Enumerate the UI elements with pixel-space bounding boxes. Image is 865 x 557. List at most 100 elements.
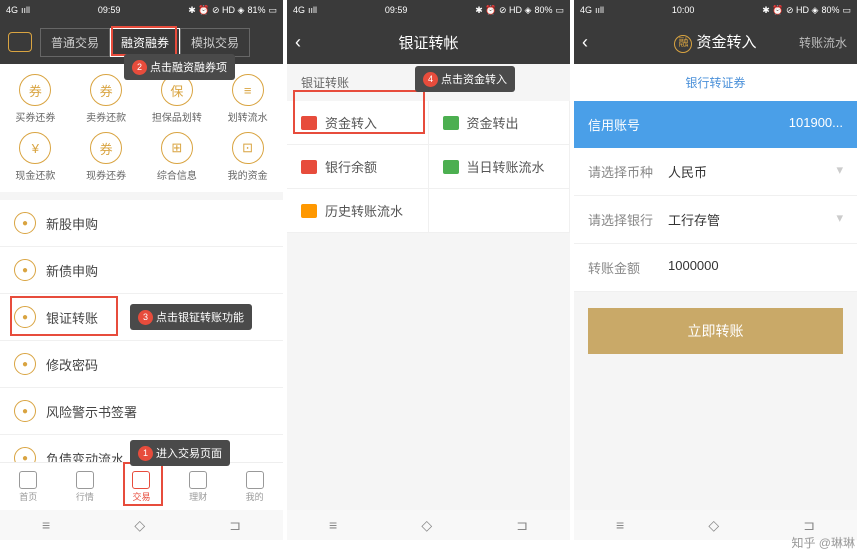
watermark: 知乎 @琳琳 (791, 534, 855, 551)
feature-label: 担保品划转 (152, 109, 202, 124)
tab-normal[interactable]: 普通交易 (40, 28, 110, 57)
transfer-item[interactable]: 银行余额 (287, 145, 429, 189)
header: ‹ 银证转帐 (287, 20, 570, 64)
nav-icon (19, 471, 37, 489)
item-label: 历史转账流水 (325, 201, 403, 220)
field-value: 人民币 (668, 162, 836, 181)
item-icon (443, 116, 459, 130)
nav-icon (246, 471, 264, 489)
feature-icon: ⊞ (161, 132, 193, 164)
feature-icon: 券 (19, 74, 51, 106)
grid-item[interactable]: ⊡ 我的资金 (212, 128, 283, 186)
callout-2: 2点击融资融券项 (124, 54, 235, 80)
list-icon: ● (14, 212, 36, 234)
feature-icon: ≡ (232, 74, 264, 106)
page-title: 银证转帐 (287, 32, 570, 53)
account-value: 101900... (789, 115, 843, 134)
highlight-trade-tab (123, 462, 163, 506)
field-label: 转账金额 (588, 258, 668, 277)
highlight-tab (111, 26, 177, 56)
feature-label: 卖券还款 (86, 109, 126, 124)
nav-label: 我的 (246, 490, 264, 503)
nav-label: 理财 (189, 490, 207, 503)
header-right-link[interactable]: 转账流水 (799, 34, 847, 51)
field-label: 请选择银行 (588, 210, 668, 229)
list-label: 修改密码 (46, 355, 98, 374)
transfer-item[interactable]: 当日转账流水 (429, 145, 571, 189)
list-label: 新债申购 (46, 261, 98, 280)
account-label: 信用账号 (588, 115, 640, 134)
item-icon (443, 160, 459, 174)
item-icon (301, 160, 317, 174)
item-label: 银行余额 (325, 157, 377, 176)
list-item[interactable]: ● 修改密码 (0, 341, 283, 388)
grid-item[interactable]: ¥ 现金还款 (0, 128, 71, 186)
form-row[interactable]: 请选择银行工行存管▾ (574, 196, 857, 244)
list-icon: ● (14, 447, 36, 462)
nav-item[interactable]: 理财 (170, 463, 227, 510)
grid-item[interactable]: ⊞ 综合信息 (142, 128, 213, 186)
field-value: 1000000 (668, 258, 843, 277)
tab-sim[interactable]: 模拟交易 (180, 28, 250, 57)
menu-icon[interactable]: ≡ (42, 517, 50, 533)
rong-icon: 融 (674, 35, 692, 53)
callout-1: 1进入交易页面 (130, 440, 230, 466)
item-label: 当日转账流水 (467, 157, 545, 176)
nav-icon (189, 471, 207, 489)
feature-icon: 券 (90, 74, 122, 106)
callout-3: 3点击银钲转账功能 (130, 304, 252, 330)
back-button[interactable]: ‹ (582, 32, 602, 53)
transfer-item[interactable]: 资金转出 (429, 101, 571, 145)
chat-icon[interactable] (8, 32, 32, 52)
back-button[interactable]: ‹ (295, 32, 315, 53)
list-item[interactable]: ● 新债申购 (0, 247, 283, 294)
status-bar: 4Gııll 09:59 ✱ ⏰ ⊘ HD ◈80%▭ (287, 0, 570, 20)
nav-item[interactable]: 行情 (57, 463, 114, 510)
highlight-fundin (293, 90, 425, 134)
highlight-transfer (10, 296, 118, 336)
grid-item[interactable]: 券现券还券 (71, 128, 142, 186)
feature-label: 现券还券 (86, 167, 126, 182)
feature-label: 现金还款 (15, 167, 55, 182)
submit-button[interactable]: 立即转账 (588, 308, 843, 354)
sub-header: 银行转证券 (574, 64, 857, 101)
nav-label: 行情 (76, 490, 94, 503)
feature-label: 我的资金 (228, 167, 268, 182)
system-nav: ≡ ◇ ⊐ (0, 510, 283, 540)
feature-label: 买券还券 (15, 109, 55, 124)
field-label: 请选择币种 (588, 162, 668, 181)
list-label: 新股申购 (46, 214, 98, 233)
list-icon: ● (14, 400, 36, 422)
form-row[interactable]: 请选择币种人民币▾ (574, 148, 857, 196)
header: ‹ 融资金转入 转账流水 (574, 20, 857, 64)
form-row[interactable]: 转账金额1000000 (574, 244, 857, 292)
feature-label: 综合信息 (157, 167, 197, 182)
phone-1: 4Gııll 09:59 ✱ ⏰ ⊘ HD ◈81%▭ 普通交易 融资融券 模拟… (0, 0, 283, 540)
item-label: 资金转出 (467, 113, 519, 132)
feature-icon: ⊡ (232, 132, 264, 164)
transfer-item[interactable]: 历史转账流水 (287, 189, 429, 233)
home-icon[interactable]: ◇ (134, 517, 145, 534)
field-value: 工行存管 (668, 210, 836, 229)
grid-item[interactable]: 券买券还券 (0, 70, 71, 128)
list-icon: ● (14, 259, 36, 281)
feature-label: 划转流水 (228, 109, 268, 124)
nav-item[interactable]: 我的 (226, 463, 283, 510)
system-nav: ≡◇⊐ (287, 510, 570, 540)
status-bar: 4Gııll 10:00 ✱ ⏰ ⊘ HD ◈80%▭ (574, 0, 857, 20)
nav-icon (76, 471, 94, 489)
back-icon[interactable]: ⊐ (229, 517, 241, 534)
list-label: 风险警示书签署 (46, 402, 137, 421)
nav-item[interactable]: 首页 (0, 463, 57, 510)
feature-icon: 券 (90, 132, 122, 164)
callout-4: 4点击资金转入 (415, 66, 515, 92)
list-icon: ● (14, 353, 36, 375)
feature-icon: ¥ (19, 132, 51, 164)
list-label: 负债变动流水 (46, 449, 124, 463)
phone-3: 4Gııll 10:00 ✱ ⏰ ⊘ HD ◈80%▭ ‹ 融资金转入 转账流水… (574, 0, 857, 540)
list-item[interactable]: ● 风险警示书签署 (0, 388, 283, 435)
nav-label: 首页 (19, 490, 37, 503)
phone-2: 4Gııll 09:59 ✱ ⏰ ⊘ HD ◈80%▭ ‹ 银证转帐 银证转账 … (287, 0, 570, 540)
status-bar: 4Gııll 09:59 ✱ ⏰ ⊘ HD ◈81%▭ (0, 0, 283, 20)
list-item[interactable]: ● 新股申购 (0, 200, 283, 247)
